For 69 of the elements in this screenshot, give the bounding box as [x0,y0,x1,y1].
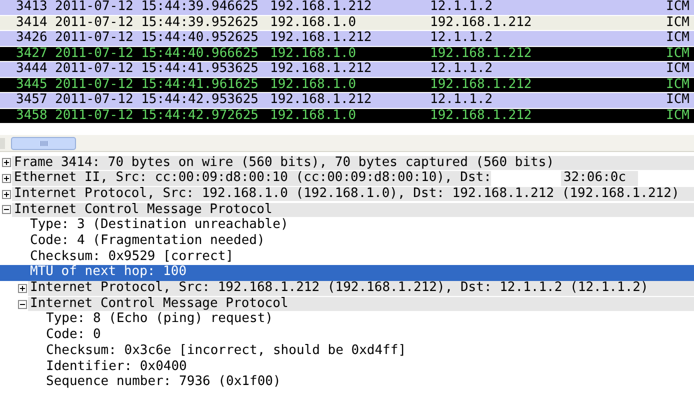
packet-row[interactable]: 3414 2011-07-12 15:44:39.952625 192.168.1.0 192.168.1.212 ICM [0,16,694,30]
packet-row[interactable]: 3457 2011-07-12 15:44:42.953625 192.168.1.212 12.1.1.2 ICM [0,93,694,108]
packet-number: 3413 [16,0,48,14]
packet-destination: 12.1.1.2 [430,93,494,108]
tree-item[interactable]: Checksum: 0x9529 [correct] [28,250,694,264]
packet-number: 3445 [16,78,48,92]
packet-source: 192.168.1.212 [270,62,373,76]
collapse-icon[interactable] [18,300,27,309]
packet-time: 2011-07-12 15:44:41.953625 [55,62,260,76]
tree-item[interactable]: Type: 8 (Echo (ping) request) [44,312,694,327]
packet-protocol: ICM [666,93,690,108]
tree-item[interactable]: Internet Protocol, Src: 192.168.1.212 (192.168.1.212), Dst: 12.1.1.2 (12.1.1.2) [28,281,694,296]
collapse-icon[interactable] [2,205,11,214]
packet-time: 2011-07-12 15:44:42.953625 [55,93,260,108]
packet-source: 192.168.1.212 [270,0,373,14]
packet-time: 2011-07-12 15:44:39.946625 [55,0,260,14]
packet-time: 2011-07-12 15:44:42.972625 [55,108,260,123]
packet-number: 3458 [16,108,48,123]
expand-icon[interactable] [2,190,11,199]
packet-time: 2011-07-12 15:44:41.961625 [55,78,260,92]
packet-destination: 192.168.1.212 [430,108,533,123]
tree-item[interactable]: Checksum: 0x3c6e [incorrect, should be 0xd4ff] [44,344,694,358]
tree-item[interactable]: Code: 4 (Fragmentation needed) [28,234,694,249]
expand-icon[interactable] [2,158,11,168]
packet-source: 192.168.1.0 [270,108,358,123]
tree-item[interactable]: Internet Control Message Protocol [12,202,694,218]
packet-source: 192.168.1.0 [270,78,358,92]
tree-item[interactable]: Ethernet II, Src: cc:00:09:d8:00:10 (cc:00:09:d8:00:10), Dst: [12,171,492,186]
packet-protocol: ICM [666,0,690,14]
packet-row[interactable]: 3413 2011-07-12 15:44:39.946625 192.168.1.212 12.1.1.2 ICM [0,0,694,14]
packet-destination: 192.168.1.212 [430,16,533,30]
tree-item[interactable]: Identifier: 0x0400 [44,360,694,374]
packet-source: 192.168.1.212 [270,93,373,108]
packet-time: 2011-07-12 15:44:40.966625 [55,46,260,61]
packet-number: 3427 [16,46,48,61]
expand-icon[interactable] [18,284,27,293]
packet-destination: 192.168.1.212 [430,46,533,61]
packet-protocol: ICM [666,78,690,92]
packet-protocol: ICM [666,16,690,30]
packet-protocol: ICM [666,46,690,61]
tree-item[interactable]: Sequence number: 7936 (0x1f00) [44,375,694,390]
packet-source: 192.168.1.0 [270,16,358,30]
packet-destination: 12.1.1.2 [430,0,494,14]
tree-item[interactable]: Code: 0 [44,328,694,343]
tree-item[interactable]: Frame 3414: 70 bytes on wire (560 bits), 70 bytes captured (560 bits) [12,156,694,170]
packet-protocol: ICM [666,108,690,123]
packet-time: 2011-07-12 15:44:40.952625 [55,31,260,46]
packet-row[interactable]: 3445 2011-07-12 15:44:41.961625 192.168.1.0 192.168.1.212 ICM [0,78,694,92]
packet-protocol: ICM [666,62,690,76]
packet-source: 192.168.1.0 [270,46,358,61]
packet-number: 3414 [16,16,48,30]
tree-item[interactable]: Internet Control Message Protocol [28,296,694,312]
packet-number: 3426 [16,31,48,46]
packet-row[interactable]: 3458 2011-07-12 15:44:42.972625 192.168.1.0 192.168.1.212 ICM [0,108,694,123]
packet-row[interactable]: 3427 2011-07-12 15:44:40.966625 192.168.1.0 192.168.1.212 ICM [0,46,694,61]
packet-destination: 192.168.1.212 [430,78,533,92]
packet-destination: 12.1.1.2 [430,62,494,76]
packet-row[interactable]: 3426 2011-07-12 15:44:40.952625 192.168.1.212 12.1.1.2 ICM [0,31,694,46]
packet-row[interactable]: 3444 2011-07-12 15:44:41.953625 192.168.1.212 12.1.1.2 ICM [0,62,694,76]
masked-address: 32:06:0c [562,171,626,186]
packet-protocol: ICM [666,31,690,46]
packet-source: 192.168.1.212 [270,31,373,46]
expand-icon[interactable] [2,174,11,184]
tree-item[interactable]: Internet Protocol, Src: 192.168.1.0 (192.168.1.0), Dst: 192.168.1.212 (192.168.1.212) [12,186,694,202]
tree-item[interactable]: Type: 3 (Destination unreachable) [28,218,694,233]
packet-time: 2011-07-12 15:44:39.952625 [55,16,260,30]
packet-number: 3457 [16,93,48,108]
packet-destination: 12.1.1.2 [430,31,494,46]
packet-number: 3444 [16,62,48,76]
